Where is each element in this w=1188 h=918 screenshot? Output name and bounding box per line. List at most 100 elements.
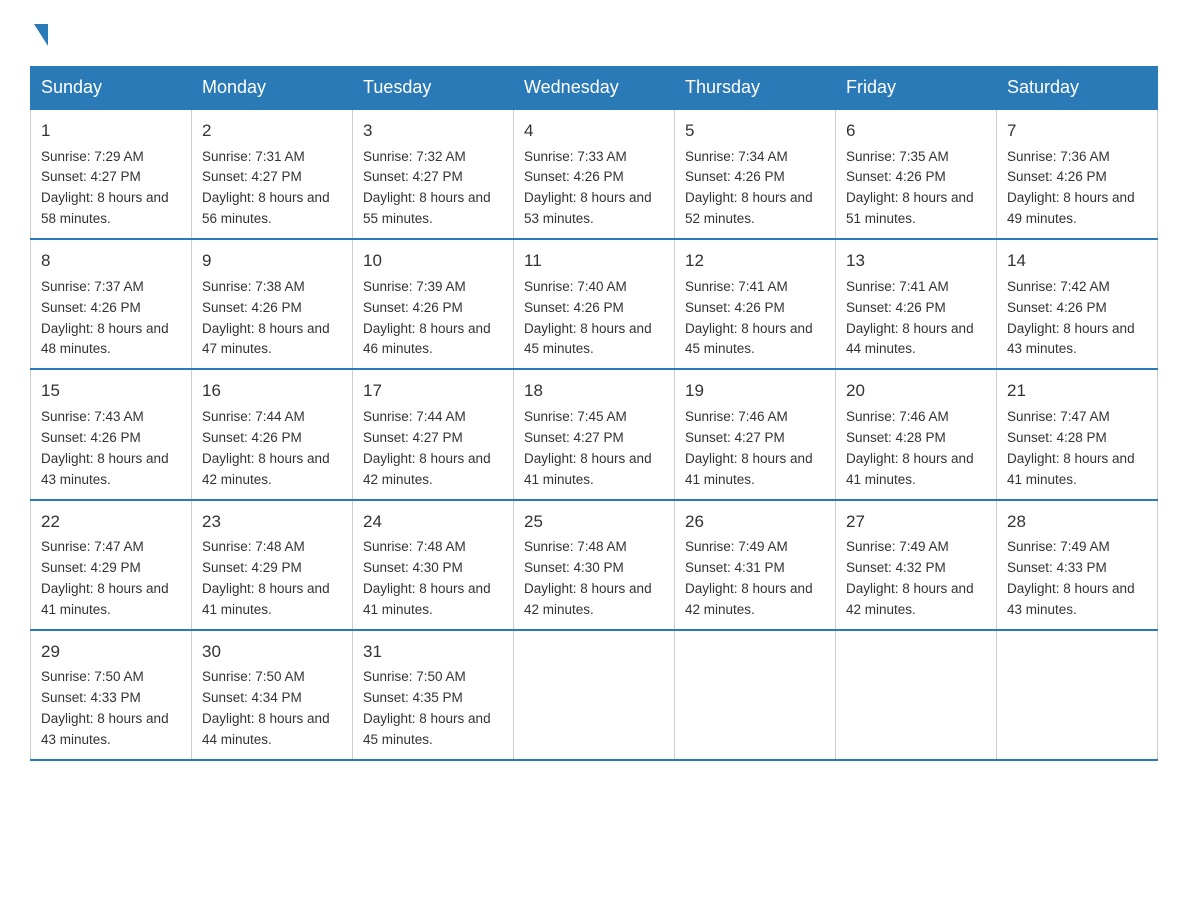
calendar-table: SundayMondayTuesdayWednesdayThursdayFrid… bbox=[30, 66, 1158, 761]
day-number: 31 bbox=[363, 639, 503, 665]
day-number: 2 bbox=[202, 118, 342, 144]
calendar-cell: 26 Sunrise: 7:49 AMSunset: 4:31 PMDaylig… bbox=[675, 500, 836, 630]
logo-arrow-icon bbox=[34, 24, 48, 46]
weekday-header-monday: Monday bbox=[192, 67, 353, 110]
calendar-cell: 22 Sunrise: 7:47 AMSunset: 4:29 PMDaylig… bbox=[31, 500, 192, 630]
weekday-header-thursday: Thursday bbox=[675, 67, 836, 110]
calendar-cell: 27 Sunrise: 7:49 AMSunset: 4:32 PMDaylig… bbox=[836, 500, 997, 630]
calendar-cell: 20 Sunrise: 7:46 AMSunset: 4:28 PMDaylig… bbox=[836, 369, 997, 499]
calendar-cell: 30 Sunrise: 7:50 AMSunset: 4:34 PMDaylig… bbox=[192, 630, 353, 760]
calendar-cell: 11 Sunrise: 7:40 AMSunset: 4:26 PMDaylig… bbox=[514, 239, 675, 369]
day-info: Sunrise: 7:40 AMSunset: 4:26 PMDaylight:… bbox=[524, 279, 652, 357]
day-number: 4 bbox=[524, 118, 664, 144]
day-info: Sunrise: 7:41 AMSunset: 4:26 PMDaylight:… bbox=[685, 279, 813, 357]
day-info: Sunrise: 7:36 AMSunset: 4:26 PMDaylight:… bbox=[1007, 149, 1135, 227]
day-info: Sunrise: 7:41 AMSunset: 4:26 PMDaylight:… bbox=[846, 279, 974, 357]
calendar-cell: 25 Sunrise: 7:48 AMSunset: 4:30 PMDaylig… bbox=[514, 500, 675, 630]
day-info: Sunrise: 7:49 AMSunset: 4:33 PMDaylight:… bbox=[1007, 539, 1135, 617]
day-number: 11 bbox=[524, 248, 664, 274]
day-number: 5 bbox=[685, 118, 825, 144]
calendar-cell bbox=[836, 630, 997, 760]
calendar-cell: 24 Sunrise: 7:48 AMSunset: 4:30 PMDaylig… bbox=[353, 500, 514, 630]
weekday-header-friday: Friday bbox=[836, 67, 997, 110]
page-header bbox=[30, 20, 1158, 46]
day-info: Sunrise: 7:31 AMSunset: 4:27 PMDaylight:… bbox=[202, 149, 330, 227]
day-info: Sunrise: 7:42 AMSunset: 4:26 PMDaylight:… bbox=[1007, 279, 1135, 357]
calendar-cell: 3 Sunrise: 7:32 AMSunset: 4:27 PMDayligh… bbox=[353, 109, 514, 239]
calendar-cell: 5 Sunrise: 7:34 AMSunset: 4:26 PMDayligh… bbox=[675, 109, 836, 239]
day-number: 26 bbox=[685, 509, 825, 535]
day-info: Sunrise: 7:50 AMSunset: 4:33 PMDaylight:… bbox=[41, 669, 169, 747]
day-info: Sunrise: 7:43 AMSunset: 4:26 PMDaylight:… bbox=[41, 409, 169, 487]
calendar-cell: 2 Sunrise: 7:31 AMSunset: 4:27 PMDayligh… bbox=[192, 109, 353, 239]
weekday-header-tuesday: Tuesday bbox=[353, 67, 514, 110]
day-info: Sunrise: 7:46 AMSunset: 4:28 PMDaylight:… bbox=[846, 409, 974, 487]
day-info: Sunrise: 7:47 AMSunset: 4:29 PMDaylight:… bbox=[41, 539, 169, 617]
calendar-cell: 23 Sunrise: 7:48 AMSunset: 4:29 PMDaylig… bbox=[192, 500, 353, 630]
day-info: Sunrise: 7:48 AMSunset: 4:29 PMDaylight:… bbox=[202, 539, 330, 617]
day-number: 16 bbox=[202, 378, 342, 404]
weekday-header-saturday: Saturday bbox=[997, 67, 1158, 110]
day-number: 10 bbox=[363, 248, 503, 274]
calendar-cell: 28 Sunrise: 7:49 AMSunset: 4:33 PMDaylig… bbox=[997, 500, 1158, 630]
calendar-cell: 21 Sunrise: 7:47 AMSunset: 4:28 PMDaylig… bbox=[997, 369, 1158, 499]
weekday-header-row: SundayMondayTuesdayWednesdayThursdayFrid… bbox=[31, 67, 1158, 110]
day-number: 25 bbox=[524, 509, 664, 535]
day-number: 19 bbox=[685, 378, 825, 404]
calendar-cell: 18 Sunrise: 7:45 AMSunset: 4:27 PMDaylig… bbox=[514, 369, 675, 499]
day-info: Sunrise: 7:44 AMSunset: 4:26 PMDaylight:… bbox=[202, 409, 330, 487]
day-info: Sunrise: 7:37 AMSunset: 4:26 PMDaylight:… bbox=[41, 279, 169, 357]
calendar-cell bbox=[675, 630, 836, 760]
day-info: Sunrise: 7:39 AMSunset: 4:26 PMDaylight:… bbox=[363, 279, 491, 357]
day-info: Sunrise: 7:35 AMSunset: 4:26 PMDaylight:… bbox=[846, 149, 974, 227]
day-number: 12 bbox=[685, 248, 825, 274]
calendar-week-row: 8 Sunrise: 7:37 AMSunset: 4:26 PMDayligh… bbox=[31, 239, 1158, 369]
day-info: Sunrise: 7:49 AMSunset: 4:31 PMDaylight:… bbox=[685, 539, 813, 617]
calendar-week-row: 29 Sunrise: 7:50 AMSunset: 4:33 PMDaylig… bbox=[31, 630, 1158, 760]
day-number: 14 bbox=[1007, 248, 1147, 274]
day-info: Sunrise: 7:45 AMSunset: 4:27 PMDaylight:… bbox=[524, 409, 652, 487]
day-number: 22 bbox=[41, 509, 181, 535]
day-number: 3 bbox=[363, 118, 503, 144]
calendar-cell bbox=[514, 630, 675, 760]
day-number: 6 bbox=[846, 118, 986, 144]
day-info: Sunrise: 7:48 AMSunset: 4:30 PMDaylight:… bbox=[524, 539, 652, 617]
calendar-cell: 16 Sunrise: 7:44 AMSunset: 4:26 PMDaylig… bbox=[192, 369, 353, 499]
calendar-cell: 29 Sunrise: 7:50 AMSunset: 4:33 PMDaylig… bbox=[31, 630, 192, 760]
day-info: Sunrise: 7:47 AMSunset: 4:28 PMDaylight:… bbox=[1007, 409, 1135, 487]
calendar-week-row: 15 Sunrise: 7:43 AMSunset: 4:26 PMDaylig… bbox=[31, 369, 1158, 499]
day-info: Sunrise: 7:34 AMSunset: 4:26 PMDaylight:… bbox=[685, 149, 813, 227]
calendar-cell: 9 Sunrise: 7:38 AMSunset: 4:26 PMDayligh… bbox=[192, 239, 353, 369]
calendar-cell: 12 Sunrise: 7:41 AMSunset: 4:26 PMDaylig… bbox=[675, 239, 836, 369]
day-number: 20 bbox=[846, 378, 986, 404]
day-info: Sunrise: 7:48 AMSunset: 4:30 PMDaylight:… bbox=[363, 539, 491, 617]
calendar-cell: 13 Sunrise: 7:41 AMSunset: 4:26 PMDaylig… bbox=[836, 239, 997, 369]
day-number: 21 bbox=[1007, 378, 1147, 404]
weekday-header-wednesday: Wednesday bbox=[514, 67, 675, 110]
calendar-cell: 7 Sunrise: 7:36 AMSunset: 4:26 PMDayligh… bbox=[997, 109, 1158, 239]
day-number: 24 bbox=[363, 509, 503, 535]
logo bbox=[30, 20, 48, 46]
weekday-header-sunday: Sunday bbox=[31, 67, 192, 110]
day-number: 28 bbox=[1007, 509, 1147, 535]
day-info: Sunrise: 7:49 AMSunset: 4:32 PMDaylight:… bbox=[846, 539, 974, 617]
day-number: 30 bbox=[202, 639, 342, 665]
calendar-cell: 10 Sunrise: 7:39 AMSunset: 4:26 PMDaylig… bbox=[353, 239, 514, 369]
day-number: 1 bbox=[41, 118, 181, 144]
calendar-cell: 1 Sunrise: 7:29 AMSunset: 4:27 PMDayligh… bbox=[31, 109, 192, 239]
calendar-cell: 14 Sunrise: 7:42 AMSunset: 4:26 PMDaylig… bbox=[997, 239, 1158, 369]
day-info: Sunrise: 7:29 AMSunset: 4:27 PMDaylight:… bbox=[41, 149, 169, 227]
day-info: Sunrise: 7:50 AMSunset: 4:35 PMDaylight:… bbox=[363, 669, 491, 747]
calendar-cell bbox=[997, 630, 1158, 760]
day-number: 18 bbox=[524, 378, 664, 404]
day-info: Sunrise: 7:33 AMSunset: 4:26 PMDaylight:… bbox=[524, 149, 652, 227]
calendar-cell: 6 Sunrise: 7:35 AMSunset: 4:26 PMDayligh… bbox=[836, 109, 997, 239]
calendar-cell: 31 Sunrise: 7:50 AMSunset: 4:35 PMDaylig… bbox=[353, 630, 514, 760]
calendar-cell: 15 Sunrise: 7:43 AMSunset: 4:26 PMDaylig… bbox=[31, 369, 192, 499]
calendar-cell: 19 Sunrise: 7:46 AMSunset: 4:27 PMDaylig… bbox=[675, 369, 836, 499]
day-info: Sunrise: 7:38 AMSunset: 4:26 PMDaylight:… bbox=[202, 279, 330, 357]
calendar-cell: 8 Sunrise: 7:37 AMSunset: 4:26 PMDayligh… bbox=[31, 239, 192, 369]
calendar-cell: 4 Sunrise: 7:33 AMSunset: 4:26 PMDayligh… bbox=[514, 109, 675, 239]
day-number: 27 bbox=[846, 509, 986, 535]
day-number: 15 bbox=[41, 378, 181, 404]
